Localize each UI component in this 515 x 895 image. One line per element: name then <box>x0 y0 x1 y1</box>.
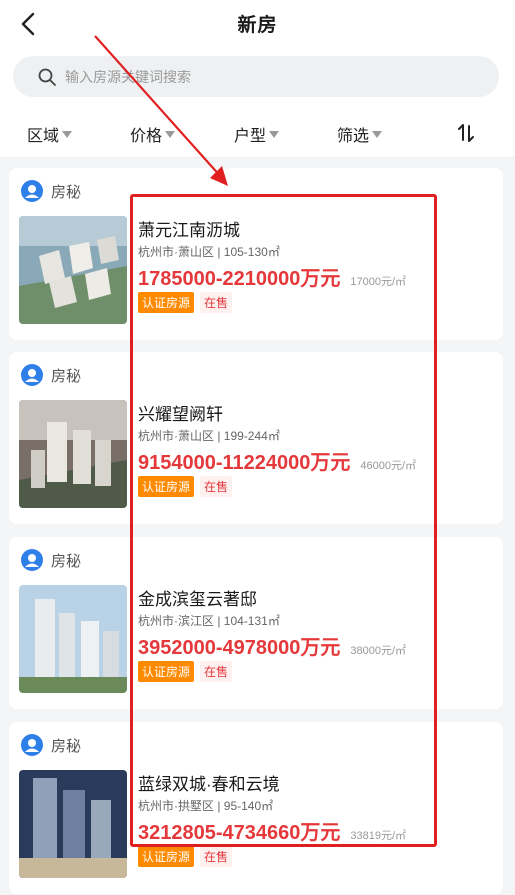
filter-district[interactable]: 区域 <box>27 122 73 146</box>
filter-layout[interactable]: 户型 <box>234 122 280 146</box>
filter-label: 户型 <box>234 128 267 145</box>
certified-badge: 认证房源 <box>138 661 195 682</box>
status-badge: 在售 <box>200 661 233 682</box>
listing-image <box>19 216 127 324</box>
listing-location-area: 杭州市·萧山区 | 199-244㎡ <box>138 429 280 443</box>
filter-price[interactable]: 价格 <box>130 122 176 146</box>
listing-name: 蓝绿双城·春和云境 <box>138 775 280 794</box>
listing-price: 1785000-2210000万元 <box>138 268 341 290</box>
listing-location-area: 杭州市·拱墅区 | 95-140㎡ <box>138 799 274 813</box>
listing-price: 9154000-11224000万元 <box>138 452 351 474</box>
certified-badge: 认证房源 <box>138 292 195 313</box>
avatar-icon <box>21 549 43 571</box>
listing-card[interactable]: 房秘 蓝绿双城·春和云境 杭州市·拱墅区 | 95-140㎡ 3212805-4… <box>9 722 503 894</box>
search-area <box>0 48 515 106</box>
status-badge: 在售 <box>200 476 233 497</box>
listing-name: 萧元江南沥城 <box>138 221 240 240</box>
status-badge: 在售 <box>200 292 233 313</box>
sort-arrows-icon <box>458 124 474 142</box>
listing-image <box>19 585 127 693</box>
listing-unit-price: 33819元/㎡ <box>350 830 407 842</box>
listing-card[interactable]: 房秘 金成滨玺云著邸 杭州市·滨江区 | 104-131㎡ 3952000-49… <box>9 537 503 709</box>
filter-label: 区域 <box>27 128 60 145</box>
filter-bar: 区域 价格 户型 筛选 <box>0 106 515 158</box>
listing-source: 房秘 <box>51 737 82 755</box>
avatar-icon <box>21 180 43 202</box>
listing-unit-price: 17000元/㎡ <box>350 276 407 288</box>
listing-image <box>19 770 127 878</box>
listing-location-area: 杭州市·滨江区 | 104-131㎡ <box>138 614 280 628</box>
listing-card[interactable]: 房秘 萧元江南沥城 杭州市·萧山区 | 105-130㎡ 1785000-221… <box>9 168 503 340</box>
listing-source: 房秘 <box>51 367 82 385</box>
avatar-icon <box>21 364 43 386</box>
listing-price: 3952000-4978000万元 <box>138 637 341 659</box>
listing-source: 房秘 <box>51 183 82 201</box>
filter-more[interactable]: 筛选 <box>337 122 383 146</box>
listing-card[interactable]: 房秘 兴耀望阙轩 杭州市·萧山区 | 199-244㎡ 9154000-1122… <box>9 352 503 524</box>
page-title: 新房 <box>237 15 278 36</box>
top-bar: 新房 <box>0 0 515 48</box>
filter-label: 价格 <box>130 128 163 145</box>
listing-price: 3212805-4734660万元 <box>138 822 341 844</box>
filter-label: 筛选 <box>337 128 370 145</box>
certified-badge: 认证房源 <box>138 846 195 867</box>
sort-button[interactable] <box>455 122 477 144</box>
search-input[interactable] <box>65 68 445 85</box>
listing-name: 兴耀望阙轩 <box>138 405 223 424</box>
listing-unit-price: 46000元/㎡ <box>360 460 417 472</box>
listing-unit-price: 38000元/㎡ <box>350 645 407 657</box>
listing-name: 金成滨玺云著邸 <box>138 590 257 609</box>
dropdown-triangle-icon <box>62 130 73 138</box>
listing-image <box>19 400 127 508</box>
search-icon <box>37 67 57 87</box>
dropdown-triangle-icon <box>372 130 383 138</box>
dropdown-triangle-icon <box>165 130 176 138</box>
status-badge: 在售 <box>200 846 233 867</box>
avatar-icon <box>21 734 43 756</box>
certified-badge: 认证房源 <box>138 476 195 497</box>
listing-source: 房秘 <box>51 552 82 570</box>
search-box[interactable] <box>13 56 499 97</box>
dropdown-triangle-icon <box>269 130 280 138</box>
listing-location-area: 杭州市·萧山区 | 105-130㎡ <box>138 245 280 259</box>
